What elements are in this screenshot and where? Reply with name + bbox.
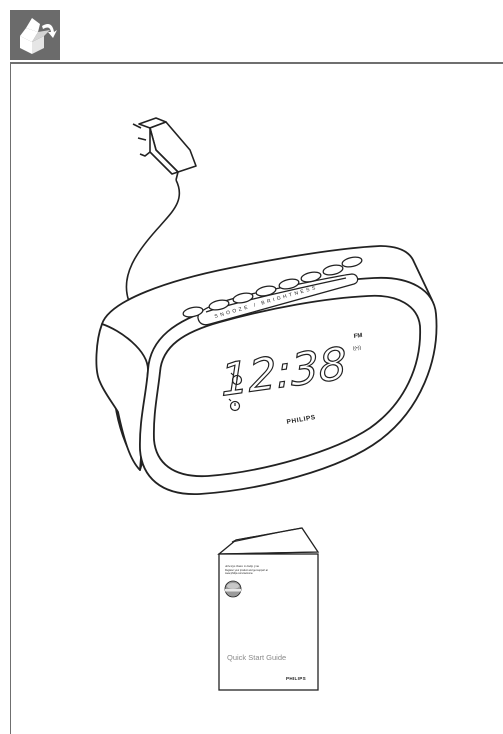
quick-start-guide: Always there to help you Register your p…: [217, 527, 320, 691]
guide-subtext-2: www.philips.com/welcome: [225, 572, 253, 575]
guide-title: Quick Start Guide: [227, 653, 286, 662]
radio-indicator: ((•)): [352, 345, 361, 352]
package-contents-illustration: SNOOZE / BRIGHTNESS 12:38 FM ((•)) PHILI…: [95, 117, 438, 691]
band-indicator: FM: [353, 333, 362, 340]
power-adapter: [132, 117, 197, 181]
guide-brand-logo: PHILIPS: [286, 676, 306, 681]
product-badge: [224, 580, 242, 598]
guide-tagline: Always there to help you: [225, 564, 259, 568]
